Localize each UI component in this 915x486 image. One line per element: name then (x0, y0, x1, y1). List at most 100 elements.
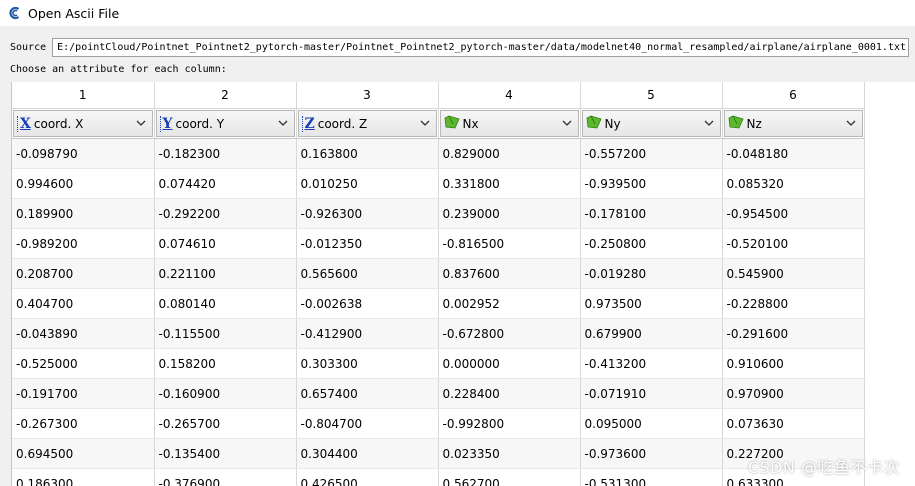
table-cell[interactable]: 0.304400 (296, 438, 439, 469)
table-cell[interactable]: 0.239000 (438, 198, 581, 229)
table-cell[interactable]: 0.085320 (722, 168, 865, 199)
table-cell[interactable]: 0.189900 (12, 198, 155, 229)
table-cell[interactable]: 0.426500 (296, 468, 439, 486)
table-cell[interactable]: -0.520100 (722, 228, 865, 259)
table-cell[interactable]: -0.989200 (12, 228, 155, 259)
table-cell[interactable]: 0.331800 (438, 168, 581, 199)
table-cell[interactable]: 0.095000 (580, 408, 723, 439)
table-cell[interactable]: -0.019280 (580, 258, 723, 289)
table-cell[interactable]: -0.376900 (154, 468, 297, 486)
table-cell[interactable]: -0.160900 (154, 378, 297, 409)
table-cell[interactable]: -0.182300 (154, 138, 297, 169)
table-cell[interactable]: -0.531300 (580, 468, 723, 486)
columns-table[interactable]: 1 2 3 4 5 6 Xcoord. X Ycoord. Y Zcoord. Z Nx Ny Nz -… (11, 82, 915, 486)
attribute-dropdown-col-4[interactable]: Nx (439, 110, 579, 137)
table-cell[interactable]: 0.829000 (438, 138, 581, 169)
table-cell[interactable]: -0.071910 (580, 378, 723, 409)
attribute-dropdown-col-1[interactable]: Xcoord. X (13, 110, 153, 137)
choose-attribute-label: Choose an attribute for each column: (10, 64, 227, 75)
source-path-field[interactable]: E:/pointCloud/Pointnet_Pointnet2_pytorch… (52, 37, 910, 57)
table-row: -0.191700 -0.160900 0.657400 0.228400 -0.071… (12, 378, 865, 409)
table-cell[interactable]: 0.221100 (154, 258, 297, 289)
table-cell[interactable]: -0.250800 (580, 228, 723, 259)
attribute-cell: Nx (438, 108, 581, 139)
table-cell[interactable]: 0.073630 (722, 408, 865, 439)
table-row: 0.994600 0.074420 0.010250 0.331800 -0.93950… (12, 168, 865, 199)
table-cell[interactable]: 0.000000 (438, 348, 581, 379)
table-cell[interactable]: -0.012350 (296, 228, 439, 259)
table-cell[interactable]: -0.191700 (12, 378, 155, 409)
table-cell[interactable]: 0.694500 (12, 438, 155, 469)
column-number: 1 (12, 82, 155, 109)
column-number: 2 (154, 82, 297, 109)
table-cell[interactable]: -0.048180 (722, 138, 865, 169)
attribute-dropdown-col-6[interactable]: Nz (723, 110, 863, 137)
table-cell[interactable]: -0.292200 (154, 198, 297, 229)
attribute-cell: Ny (580, 108, 723, 139)
normal-icon (728, 115, 744, 132)
attribute-dropdown-col-2[interactable]: Ycoord. Y (155, 110, 295, 137)
table-cell[interactable]: -0.002638 (296, 288, 439, 319)
table-cell[interactable]: 0.163800 (296, 138, 439, 169)
attribute-cell: Zcoord. Z (296, 108, 439, 139)
table-cell[interactable]: 0.837600 (438, 258, 581, 289)
table-cell[interactable]: -0.228800 (722, 288, 865, 319)
chevron-down-icon (704, 117, 714, 131)
table-cell[interactable]: -0.926300 (296, 198, 439, 229)
table-row: 0.186300 -0.376900 0.426500 0.562700 -0.5313… (12, 468, 865, 486)
table-cell[interactable]: -0.992800 (438, 408, 581, 439)
table-row: 0.189900 -0.292200 -0.926300 0.239000 -0.178… (12, 198, 865, 229)
table-cell[interactable]: -0.412900 (296, 318, 439, 349)
table-cell[interactable]: -0.098790 (12, 138, 155, 169)
table-cell[interactable]: -0.557200 (580, 138, 723, 169)
table-cell[interactable]: -0.267300 (12, 408, 155, 439)
table-row: -0.043890 -0.115500 -0.412900 -0.672800 0.67… (12, 318, 865, 349)
table-cell[interactable]: -0.265700 (154, 408, 297, 439)
table-cell[interactable]: -0.291600 (722, 318, 865, 349)
table-cell[interactable]: 0.679900 (580, 318, 723, 349)
table-cell[interactable]: 0.562700 (438, 468, 581, 486)
chevron-down-icon (846, 117, 856, 131)
table-cell[interactable]: 0.158200 (154, 348, 297, 379)
normal-icon (444, 115, 460, 132)
table-cell[interactable]: -0.954500 (722, 198, 865, 229)
table-row: -0.267300 -0.265700 -0.804700 -0.992800 0.09… (12, 408, 865, 439)
table-cell[interactable]: -0.816500 (438, 228, 581, 259)
table-cell[interactable]: 0.186300 (12, 468, 155, 486)
table-cell[interactable]: 0.910600 (722, 348, 865, 379)
table-cell[interactable]: -0.939500 (580, 168, 723, 199)
table-cell[interactable]: 0.074420 (154, 168, 297, 199)
table-cell[interactable]: -0.178100 (580, 198, 723, 229)
table-cell[interactable]: 0.970900 (722, 378, 865, 409)
table-row: -0.098790 -0.182300 0.163800 0.829000 -0.557… (12, 138, 865, 169)
table-cell[interactable]: 0.973500 (580, 288, 723, 319)
table-cell[interactable]: -0.135400 (154, 438, 297, 469)
table-cell[interactable]: 0.074610 (154, 228, 297, 259)
attribute-cell: Nz (722, 108, 865, 139)
table-cell[interactable]: 0.023350 (438, 438, 581, 469)
table-cell[interactable]: -0.525000 (12, 348, 155, 379)
cloudcompare-icon (8, 6, 22, 20)
table-cell[interactable]: 0.303300 (296, 348, 439, 379)
table-cell[interactable]: 0.002952 (438, 288, 581, 319)
table-cell[interactable]: -0.115500 (154, 318, 297, 349)
attribute-dropdown-col-5[interactable]: Ny (581, 110, 721, 137)
column-number-row: 123456 (12, 82, 865, 109)
attribute-label: coord. X (33, 116, 84, 131)
table-cell[interactable]: -0.973600 (580, 438, 723, 469)
table-row: -0.525000 0.158200 0.303300 0.000000 -0.4132… (12, 348, 865, 379)
table-cell[interactable]: -0.043890 (12, 318, 155, 349)
table-cell[interactable]: 0.208700 (12, 258, 155, 289)
table-cell[interactable]: -0.413200 (580, 348, 723, 379)
table-cell[interactable]: 0.010250 (296, 168, 439, 199)
table-cell[interactable]: 0.080140 (154, 288, 297, 319)
table-cell[interactable]: -0.804700 (296, 408, 439, 439)
attribute-dropdown-col-3[interactable]: Zcoord. Z (297, 110, 437, 137)
table-cell[interactable]: 0.657400 (296, 378, 439, 409)
table-cell[interactable]: 0.228400 (438, 378, 581, 409)
table-cell[interactable]: 0.994600 (12, 168, 155, 199)
table-cell[interactable]: 0.545900 (722, 258, 865, 289)
table-cell[interactable]: 0.565600 (296, 258, 439, 289)
table-cell[interactable]: 0.404700 (12, 288, 155, 319)
table-cell[interactable]: -0.672800 (438, 318, 581, 349)
